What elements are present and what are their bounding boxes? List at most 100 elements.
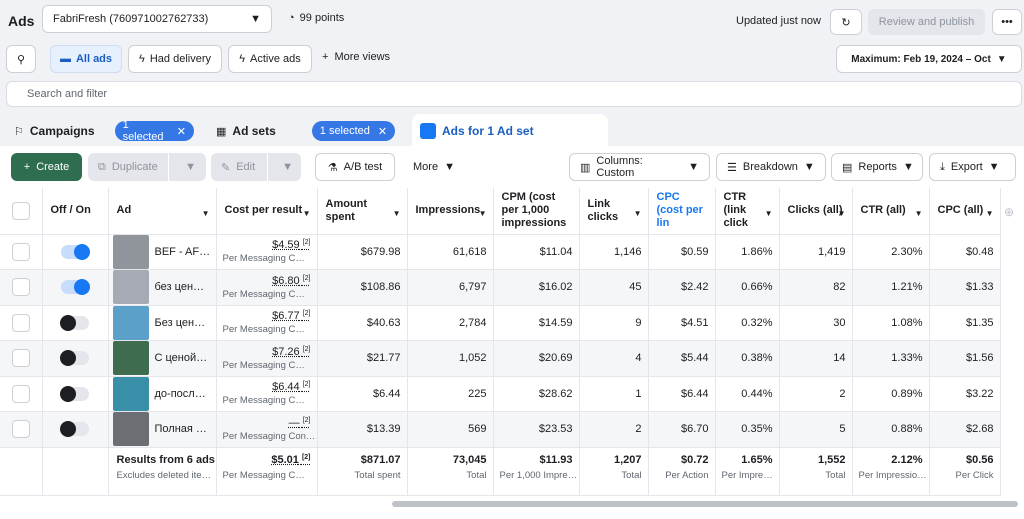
date-range-label: Maximum: Feb 19, 2024 – Oct <box>851 53 991 65</box>
export-button[interactable]: ⤓ Export ▼ <box>929 153 1016 181</box>
col-cpc-all[interactable]: CPC (all) ▼ <box>929 188 1001 235</box>
more-options-button[interactable]: ••• <box>992 9 1022 35</box>
search-button[interactable]: ⚲ <box>6 45 36 73</box>
delivery-toggle[interactable] <box>60 421 89 438</box>
date-range-button[interactable]: Maximum: Feb 19, 2024 – Oct ▼ <box>836 45 1022 73</box>
row-checkbox[interactable] <box>11 349 30 368</box>
create-button[interactable]: + Create <box>11 153 82 181</box>
all-ads-button[interactable]: ▬ All ads <box>50 45 122 73</box>
clicks-all-cell: 82 <box>779 269 853 306</box>
col-impressions[interactable]: Impressions ▼ <box>407 188 494 235</box>
ad-name[interactable]: BEF - AF… <box>155 246 211 258</box>
cpc-cell: $0.59 <box>648 234 716 270</box>
ad-name[interactable]: без цен… <box>155 281 205 293</box>
plus-icon: + <box>322 51 329 63</box>
ad-name-cell[interactable]: С ценой… <box>108 340 217 377</box>
tab-campaigns[interactable]: ⚐ Campaigns 1 selected ✕ <box>6 114 202 148</box>
adsets-selected-pill[interactable]: 1 selected ✕ <box>311 121 396 141</box>
col-cpc[interactable]: CPC (cost per lin <box>648 188 716 235</box>
tab-ads[interactable]: Ads for 1 Ad set <box>412 114 608 148</box>
duplicate-button[interactable]: ⧉ Duplicate ▼ <box>88 153 206 181</box>
ad-name-cell[interactable]: до-посл… <box>108 376 217 412</box>
active-ads-button[interactable]: ϟ Active ads <box>228 45 312 73</box>
breakdown-button[interactable]: ☰ Breakdown ▼ <box>716 153 826 181</box>
campaigns-selected-pill[interactable]: 1 selected ✕ <box>114 119 194 143</box>
ads-table: Off / On Ad ▼ Cost per result ▼ Amount spe… <box>0 188 1001 496</box>
flag-icon: ⚐ <box>14 125 24 138</box>
review-publish-button[interactable]: Review and publish <box>868 9 985 35</box>
more-views-button[interactable]: + More views <box>322 51 390 63</box>
table-row[interactable]: BEF - AF… $4.59 [2] Per Messaging C… $679.9… <box>0 234 1001 270</box>
col-clicks-all[interactable]: Clicks (all) ▼ <box>779 188 853 235</box>
close-icon[interactable]: ✕ <box>378 125 387 138</box>
totals-ctr: 1.65% Per Impre… <box>715 447 780 496</box>
ad-name[interactable]: С ценой… <box>155 352 208 364</box>
account-selector[interactable]: FabriFresh (760971002762733) ▼ <box>42 5 272 33</box>
chevron-down-icon: ▼ <box>250 13 261 25</box>
ad-name[interactable]: до-посл… <box>155 388 206 400</box>
delivery-toggle[interactable] <box>60 385 89 402</box>
reports-button[interactable]: ▤ Reports ▼ <box>831 153 923 181</box>
ad-name-cell[interactable]: BEF - AF… <box>108 234 217 270</box>
row-select-cell <box>0 376 43 412</box>
ad-name-cell[interactable]: без цен… <box>108 269 217 306</box>
link-clicks-cell: 2 <box>579 411 649 448</box>
ctr-all-cell: 1.21% <box>852 269 930 306</box>
select-all-checkbox[interactable] <box>11 201 30 220</box>
horizontal-scrollbar[interactable] <box>392 501 1018 507</box>
close-icon[interactable]: ✕ <box>177 125 186 138</box>
delivery-toggle[interactable] <box>60 350 89 367</box>
ad-name[interactable]: Без цен… <box>155 317 206 329</box>
col-ctr[interactable]: CTR (link click ▼ <box>715 188 780 235</box>
chevron-down-icon[interactable]: ▼ <box>175 161 206 173</box>
copy-icon: ⧉ <box>98 160 106 173</box>
row-checkbox[interactable] <box>11 242 30 261</box>
ad-name-cell[interactable]: Без цен… <box>108 305 217 341</box>
points-display[interactable]: ◔ 99 points <box>288 12 344 24</box>
col-off-on[interactable]: Off / On <box>42 188 109 235</box>
ab-test-button[interactable]: ⚗ A/B test <box>315 153 395 181</box>
edit-button[interactable]: ✎ Edit ▼ <box>211 153 301 181</box>
columns-button[interactable]: ▥ Columns: Custom ▼ <box>569 153 710 181</box>
delivery-toggle[interactable] <box>60 314 89 331</box>
table-row[interactable]: Полная … — [2] Per Messaging Con… $13.39 569… <box>0 411 1001 448</box>
col-cpc-label: CPC (cost per lin <box>656 191 703 230</box>
cpc-all-cell: $1.35 <box>929 305 1001 341</box>
cpc-all-cell: $0.48 <box>929 234 1001 270</box>
col-clicks-label: Clicks (all) <box>787 204 843 217</box>
more-button[interactable]: More ▼ <box>403 153 461 181</box>
reports-label: Reports <box>858 161 897 173</box>
row-checkbox[interactable] <box>11 278 30 297</box>
table-row[interactable]: Без цен… $6.77 [2] Per Messaging C… $40.63 2… <box>0 305 1001 341</box>
col-ad[interactable]: Ad ▼ <box>108 188 217 235</box>
row-checkbox[interactable] <box>11 384 30 403</box>
col-ctr-all[interactable]: CTR (all) ▼ <box>852 188 930 235</box>
add-column-icon[interactable]: ⊕ <box>1004 205 1014 219</box>
delivery-toggle[interactable] <box>61 243 90 260</box>
table-row[interactable]: без цен… $6.80 [2] Per Messaging C… $108.86… <box>0 269 1001 306</box>
footnote-marker: [2] <box>302 345 311 353</box>
footnote-marker: [2] <box>302 310 311 318</box>
col-link-clicks[interactable]: Link clicks ▼ <box>579 188 649 235</box>
row-checkbox[interactable] <box>11 313 30 332</box>
had-delivery-button[interactable]: ϟ Had delivery <box>128 45 222 73</box>
refresh-button[interactable]: ↻ <box>830 9 862 35</box>
ad-thumbnail <box>112 412 149 447</box>
amount-spent-cell: $6.44 <box>317 376 408 412</box>
ad-name-cell[interactable]: Полная … <box>108 411 217 448</box>
col-amount-spent[interactable]: Amount spent ▼ <box>317 188 408 235</box>
chevron-down-icon[interactable]: ▼ <box>274 161 301 173</box>
row-checkbox[interactable] <box>11 420 30 439</box>
bolt-icon: ϟ <box>139 53 145 65</box>
cpc-cell: $6.70 <box>648 411 716 448</box>
ad-name[interactable]: Полная … <box>155 423 207 435</box>
search-input[interactable]: Search and filter <box>6 81 1022 107</box>
delivery-toggle[interactable] <box>61 279 90 296</box>
tab-ad-sets[interactable]: ▦ Ad sets 1 selected ✕ <box>208 114 406 148</box>
row-select-cell <box>0 411 43 448</box>
table-row[interactable]: до-посл… $6.44 [2] Per Messaging C… $6.44 22… <box>0 376 1001 412</box>
col-cost-per-result[interactable]: Cost per result ▼ <box>216 188 318 235</box>
table-row[interactable]: С ценой… $7.26 [2] Per Messaging C… $21.77 1… <box>0 340 1001 377</box>
col-cpm[interactable]: CPM (cost per 1,000 impressions <box>493 188 580 235</box>
amount-spent-cell: $13.39 <box>317 411 408 448</box>
